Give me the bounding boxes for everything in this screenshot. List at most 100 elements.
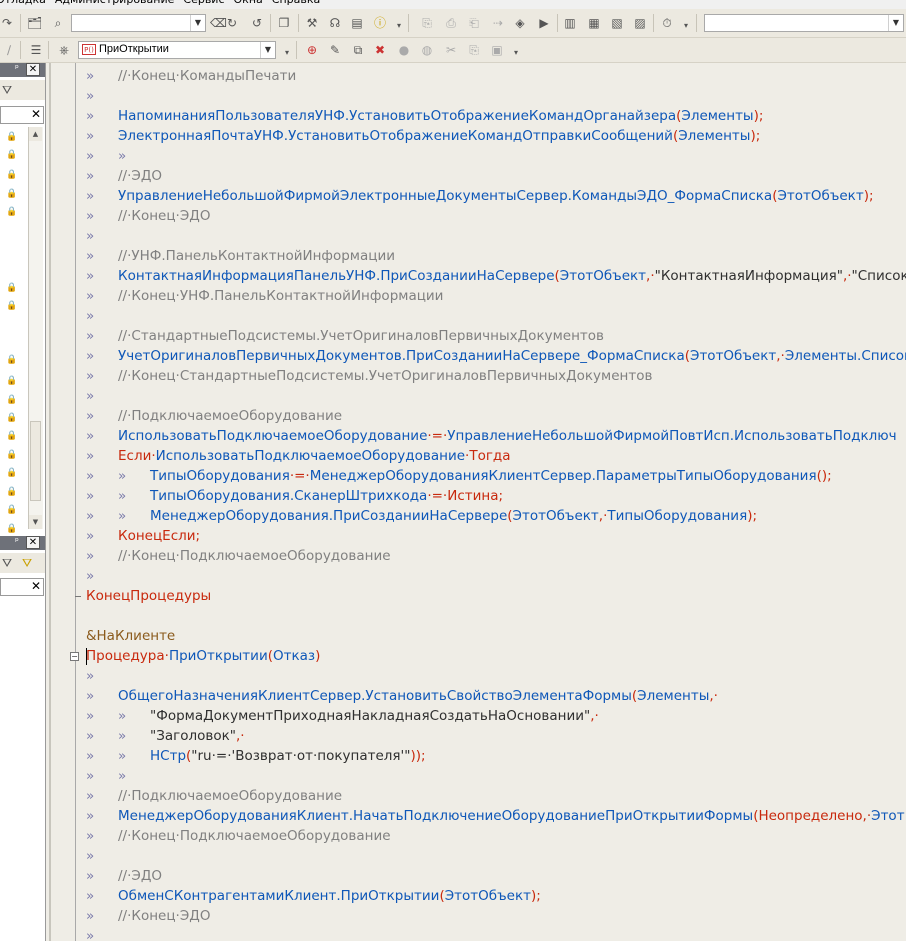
copy-icon[interactable]: ⎘ (467, 43, 481, 57)
filter-icon[interactable]: ⛛ (0, 83, 14, 97)
code-line[interactable]: » » ТипыОборудования·=·МенеджерОборудовани… (86, 466, 832, 486)
locked-object-icon[interactable]: 🔒 (6, 282, 22, 294)
code-line[interactable]: » УправлениеНебольшойФирмойЭлектронныеДок… (86, 186, 874, 206)
windows-icon[interactable]: ❐ (277, 16, 291, 30)
redo-icon[interactable]: ↷ (0, 16, 14, 30)
debug-step-into-icon[interactable]: ⎗ (467, 16, 481, 30)
code-line[interactable]: » » ТипыОборудования.СканерШтрихкода·=·Ист… (86, 486, 503, 506)
code-line[interactable]: » (86, 86, 118, 106)
code-line[interactable]: КонецПроцедуры (86, 586, 211, 606)
fold-collapse-icon[interactable]: − (70, 652, 79, 661)
code-line[interactable]: » //·УНФ.ПанельКонтактнойИнформации (86, 246, 395, 266)
code-line[interactable]: » //·ЭДО (86, 166, 162, 186)
menu-item[interactable]: Окна (234, 0, 263, 6)
edit-procedure-icon[interactable]: ✎ (328, 43, 342, 57)
locked-object-icon[interactable]: 🔒 (6, 449, 22, 461)
code-line[interactable]: »» (86, 146, 150, 166)
run-to-cursor-icon[interactable]: ▶ (537, 16, 551, 30)
panel-search-input-2[interactable]: ✕ (0, 578, 44, 596)
pin-icon[interactable]: ᵖ (15, 64, 19, 74)
chevron-down-icon[interactable]: ▼ (260, 42, 275, 58)
locked-object-icon[interactable]: 🔒 (6, 206, 22, 218)
code-line[interactable]: » //·Конец·КомандыПечати (86, 66, 296, 86)
code-line[interactable]: » //·СтандартныеПодсистемы.УчетОригиналов… (86, 326, 604, 346)
search-icon[interactable]: ⌕ (51, 16, 65, 30)
module-structure-icon[interactable]: ☰ (29, 43, 43, 57)
find-in-files-icon[interactable]: 🗂 (27, 16, 42, 30)
debug-step-out-icon[interactable]: ⇢ (491, 16, 505, 30)
code-line[interactable]: »» (86, 766, 150, 786)
dropdown-arrow-icon[interactable]: ▾ (280, 46, 294, 60)
clear-icon[interactable]: ✕ (31, 107, 41, 121)
dropdown-arrow-icon[interactable]: ▾ (509, 46, 523, 60)
panel-search-input[interactable]: ✕ (0, 106, 44, 124)
code-line[interactable]: » ОбменСКонтрагентамиКлиент.ПриОткрытии(Э… (86, 886, 541, 906)
scroll-thumb[interactable] (30, 421, 41, 501)
code-line[interactable]: » (86, 386, 118, 406)
code-line[interactable]: » » МенеджерОборудования.ПриСозданииНаСерв… (86, 506, 757, 526)
code-line[interactable]: » (86, 666, 118, 686)
code-line[interactable]: » НапоминанияПользователяУНФ.УстановитьОт… (86, 106, 763, 126)
code-line[interactable]: » » "ФормаДокументПриходнаяНакладнаяСоздат… (86, 706, 599, 726)
find-next-icon[interactable]: ↻ (225, 16, 239, 30)
code-line[interactable]: » Если·ИспользоватьПодключаемоеОборудован… (86, 446, 511, 466)
template-icon[interactable]: ▤ (350, 16, 364, 30)
code-line[interactable]: » (86, 226, 118, 246)
code-line[interactable]: » КонтактнаяИнформацияПанельУНФ.ПриСоздан… (86, 266, 906, 286)
paste-icon[interactable]: ▣ (490, 43, 504, 57)
procedures-list-icon[interactable]: ⎈ (57, 43, 71, 57)
locked-object-icon[interactable]: 🔒 (6, 131, 22, 143)
bookmark-prev-icon[interactable]: ▧ (610, 16, 624, 30)
locked-object-icon[interactable]: 🔒 (6, 149, 22, 161)
filter-icon[interactable]: ⛛ (0, 556, 14, 570)
comment-icon[interactable]: ∕ (2, 43, 16, 57)
bp-toggle-icon[interactable]: ● (397, 43, 411, 57)
find-prev-icon[interactable]: ↺ (250, 16, 264, 30)
chevron-down-icon[interactable]: ▼ (190, 15, 205, 31)
pin-icon[interactable]: ᵖ (15, 537, 19, 547)
panel-close-button[interactable]: ✕ (26, 63, 40, 76)
panel-scrollbar[interactable]: ▲ ▼ (28, 127, 43, 529)
dropdown-arrow-icon[interactable]: ▾ (679, 19, 693, 33)
clear-icon[interactable]: ✕ (31, 579, 41, 593)
code-line[interactable]: » //·Конец·УНФ.ПанельКонтактнойИнформации (86, 286, 443, 306)
code-line[interactable]: » УчетОригиналовПервичныхДокументов.ПриСо… (86, 346, 906, 366)
procedure-combo[interactable]: P() ПриОткрытии ▼ (78, 41, 276, 59)
scroll-down-icon[interactable]: ▼ (29, 515, 42, 529)
locked-object-icon[interactable]: 🔒 (6, 169, 22, 181)
scroll-up-icon[interactable]: ▲ (29, 127, 42, 141)
locked-object-icon[interactable]: 🔒 (6, 354, 22, 366)
code-line[interactable]: » //·Конец·ЭДО (86, 906, 210, 926)
code-line[interactable]: &НаКлиенте (86, 626, 175, 646)
code-line[interactable]: » //·ЭДО (86, 866, 162, 886)
filter-clear-icon[interactable]: ⛛ (20, 556, 34, 570)
locked-object-icon[interactable]: 🔒 (6, 412, 22, 424)
menu-item[interactable]: Сервис (183, 0, 224, 6)
search-combo[interactable]: ▼ (71, 14, 206, 32)
bookmark-next-icon[interactable]: ▦ (587, 16, 601, 30)
info-icon[interactable]: ⓘ (373, 16, 387, 30)
search-up-icon[interactable]: ⌫ (210, 16, 227, 30)
performance-icon[interactable]: ⏱ (660, 16, 674, 30)
bookmark-icon[interactable]: ▥ (563, 16, 577, 30)
syntax-helper-icon[interactable]: ☊ (328, 16, 342, 30)
code-line[interactable]: » ОбщегоНазначенияКлиентСервер.Установить… (86, 686, 718, 706)
code-line[interactable]: » //·Конец·ПодключаемоеОборудование (86, 546, 391, 566)
code-line[interactable]: » » "Заголовок",· (86, 726, 245, 746)
cut-icon[interactable]: ✂ (444, 43, 458, 57)
locked-object-icon[interactable]: 🔒 (6, 375, 22, 387)
code-line[interactable]: » //·Конец·ПодключаемоеОборудование (86, 826, 391, 846)
locked-object-icon[interactable]: 🔒 (6, 430, 22, 442)
code-line[interactable]: » //·ПодключаемоеОборудование (86, 786, 342, 806)
bp-disable-icon[interactable]: ◍ (420, 43, 434, 57)
code-line[interactable]: » (86, 566, 118, 586)
code-line[interactable]: » МенеджерОборудованияКлиент.НачатьПодклю… (86, 806, 905, 826)
code-line[interactable]: » КонецЕсли; (86, 526, 200, 546)
debug-start-icon[interactable]: ⎘ (420, 16, 434, 30)
chevron-down-icon[interactable]: ▼ (888, 15, 903, 31)
code-line[interactable]: » (86, 306, 118, 326)
wizard-icon[interactable]: ⚒ (305, 16, 319, 30)
code-line[interactable]: »» НСтр("ru·=·'Возврат·от·покупателя'")); (86, 746, 426, 766)
menu-item[interactable]: Справка (272, 0, 320, 6)
delete-procedure-icon[interactable]: ✖ (373, 43, 387, 57)
